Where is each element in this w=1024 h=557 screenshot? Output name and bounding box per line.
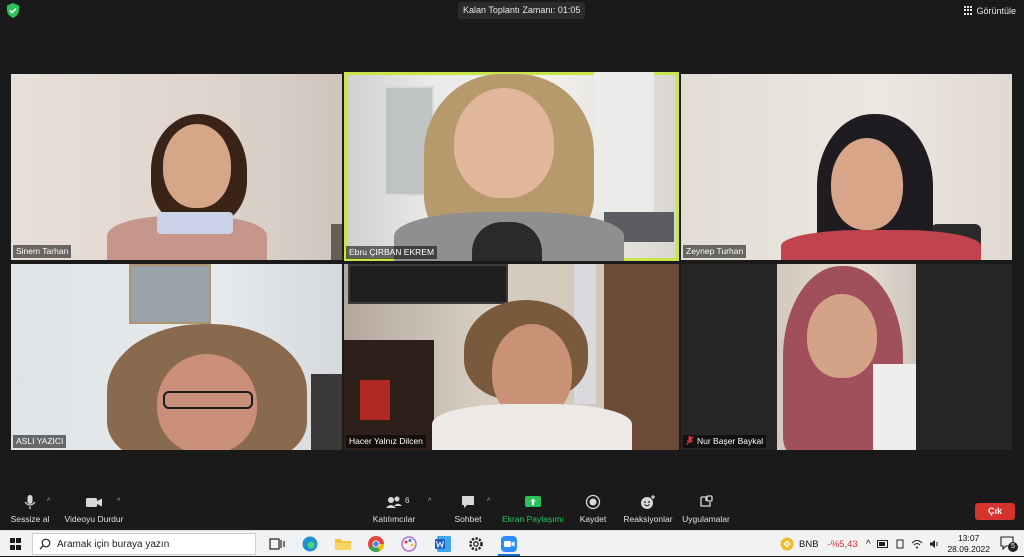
chat-options-caret[interactable]: ^ — [487, 498, 490, 505]
top-bar: Kalan Toplantı Zamanı: 01:05 Görüntüle — [0, 0, 1024, 22]
settings-gear-icon[interactable] — [467, 535, 485, 553]
participants-options-caret[interactable]: ^ — [428, 498, 431, 505]
edge-browser-icon[interactable] — [301, 535, 319, 553]
participant-name: Ebru ÇIRBAN EKREM — [346, 246, 438, 259]
apps-button[interactable]: Uygulamalar — [680, 494, 732, 524]
mute-options-caret[interactable]: ^ — [47, 498, 50, 505]
search-icon — [39, 538, 51, 550]
mute-button[interactable]: Sessize al — [10, 494, 50, 524]
apps-icon — [700, 495, 713, 507]
crypto-symbol: BNB — [799, 538, 819, 550]
participant-name-text: Nur Başer Baykal — [697, 436, 764, 446]
participants-count: 6 — [405, 496, 410, 505]
device-icon[interactable] — [895, 539, 905, 549]
search-placeholder: Aramak için buraya yazın — [57, 538, 170, 550]
notification-center-icon[interactable]: 5 — [1000, 536, 1018, 552]
notification-count-badge: 5 — [1008, 542, 1018, 552]
video-tile-zeynep-turhan[interactable]: Zeynep Turhan — [681, 74, 1012, 260]
mute-label: Sessize al — [10, 514, 50, 524]
video-label: Videoyu Durdur — [64, 514, 124, 524]
participants-button[interactable]: Katılımcılar — [370, 494, 418, 524]
participants-icon — [386, 496, 402, 508]
meeting-toolbar: Sessize al ^ Videoyu Durdur ^ Katılımcıl… — [0, 490, 1024, 530]
participant-name: Zeynep Turhan — [683, 245, 747, 258]
security-shield-icon[interactable] — [6, 3, 20, 18]
chrome-icon[interactable] — [367, 535, 385, 553]
muted-mic-icon — [686, 436, 694, 445]
participants-label: Katılımcılar — [372, 514, 416, 524]
video-tile-sinem-tarhan[interactable]: Sinem Tarhan — [11, 74, 342, 260]
video-tile-asli-yazici[interactable]: ASLI YAZICI — [11, 264, 342, 450]
record-button[interactable]: Kaydet — [575, 494, 611, 524]
chat-bubble-icon — [462, 496, 474, 508]
volume-icon[interactable] — [929, 539, 940, 549]
share-label: Ekran Paylaşımı — [502, 514, 564, 524]
task-view-icon[interactable] — [268, 535, 286, 553]
share-screen-button[interactable]: Ekran Paylaşımı — [501, 494, 565, 524]
share-screen-icon — [525, 496, 541, 507]
participant-name: Hacer Yalnız Dilcen — [346, 435, 426, 448]
grid-icon — [964, 6, 973, 15]
participant-name: ASLI YAZICI — [13, 435, 67, 448]
apps-label: Uygulamalar — [682, 514, 730, 524]
zoom-app-icon[interactable] — [500, 535, 518, 553]
reactions-label: Reaksiyonlar — [623, 514, 673, 524]
video-tile-ebru-cirban-ekrem[interactable]: Ebru ÇIRBAN EKREM — [344, 72, 679, 261]
taskbar-clock[interactable]: 13:07 28.09.2022 — [947, 533, 990, 555]
windows-taskbar: Aramak için buraya yazın BNB -%5,43 ^ 13… — [0, 530, 1024, 556]
chat-button[interactable]: Sohbet — [448, 494, 488, 524]
record-icon — [585, 494, 601, 510]
meeting-time-remaining: Kalan Toplantı Zamanı: 01:05 — [458, 2, 586, 19]
taskbar-search-box[interactable]: Aramak için buraya yazın — [32, 533, 256, 555]
leave-meeting-button[interactable]: Çık — [975, 503, 1015, 520]
video-options-caret[interactable]: ^ — [117, 498, 120, 505]
smiley-plus-icon — [641, 495, 655, 509]
clock-date: 28.09.2022 — [947, 544, 990, 554]
chat-label: Sohbet — [454, 514, 482, 524]
windows-start-icon[interactable] — [10, 538, 22, 550]
crypto-ticker[interactable]: BNB -%5,43 — [780, 531, 858, 557]
reactions-button[interactable]: Reaksiyonlar — [622, 494, 674, 524]
clock-time: 13:07 — [958, 533, 980, 543]
show-hidden-icons-chevron[interactable]: ^ — [866, 539, 871, 550]
bnb-coin-icon — [780, 537, 794, 551]
battery-icon[interactable] — [876, 540, 889, 548]
file-explorer-icon[interactable] — [334, 535, 352, 553]
view-label: Görüntüle — [976, 5, 1016, 16]
participant-video — [777, 264, 916, 450]
video-camera-icon — [86, 498, 102, 507]
record-label: Kaydet — [579, 514, 607, 524]
view-button[interactable]: Görüntüle — [964, 2, 1016, 19]
system-tray-icons: ^ — [866, 531, 940, 557]
wifi-icon[interactable] — [911, 539, 923, 549]
microphone-icon — [24, 495, 36, 509]
participant-name: Nur Başer Baykal — [683, 435, 767, 448]
word-icon[interactable] — [434, 535, 452, 553]
paint-app-icon[interactable] — [400, 535, 418, 553]
crypto-change: -%5,43 — [827, 538, 858, 550]
video-tile-hacer-yalniz-dilcen[interactable]: Hacer Yalnız Dilcen — [344, 264, 679, 450]
video-tile-nur-baser-baykal[interactable]: Nur Başer Baykal — [681, 264, 1012, 450]
participant-name: Sinem Tarhan — [13, 245, 72, 258]
